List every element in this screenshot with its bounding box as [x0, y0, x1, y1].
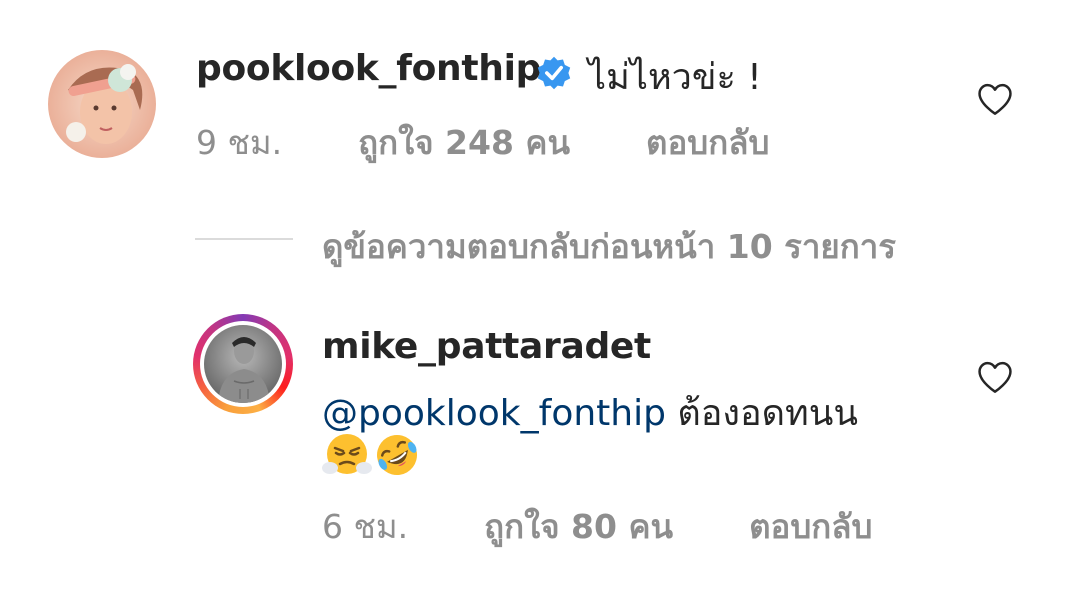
avatar-pooklook-fonthip[interactable] — [48, 50, 156, 158]
likes-count-link[interactable]: ถูกใจ 80 คน — [484, 507, 673, 546]
comment-meta: 9 ชม. ถูกใจ 248 คน ตอบกลับ — [196, 116, 769, 169]
heart-icon[interactable] — [976, 82, 1014, 116]
view-previous-replies-button[interactable]: ดูข้อความตอบกลับก่อนหน้า 10 รายการ — [322, 220, 896, 273]
comment-username[interactable]: pooklook_fonthip — [196, 48, 541, 89]
comment-text: ต้องอดทนน — [677, 393, 858, 434]
comment-meta: 6 ชม. ถูกใจ 80 คน ตอบกลับ — [322, 500, 872, 553]
verified-badge-icon — [537, 56, 571, 90]
comment-text: ไม่ไหวข่ะ ! — [588, 57, 762, 98]
heart-icon[interactable] — [976, 360, 1014, 394]
avatar-photo — [204, 325, 282, 403]
face-with-steam-icon — [322, 434, 372, 474]
reply-button[interactable]: ตอบกลับ — [749, 507, 872, 546]
mention-link[interactable]: @pooklook_fonthip — [322, 393, 666, 434]
comment-time: 6 ชม. — [322, 507, 409, 546]
comment-username[interactable]: mike_pattaradet — [322, 326, 651, 367]
story-ring[interactable] — [193, 314, 293, 414]
likes-count-link[interactable]: ถูกใจ 248 คน — [358, 123, 570, 162]
avatar-mike-pattaradet[interactable] — [204, 325, 282, 403]
avatar-photo — [48, 50, 156, 158]
rolling-on-floor-laughing-icon — [377, 435, 417, 475]
reply-button[interactable]: ตอบกลับ — [646, 123, 769, 162]
comment-time: 9 ชม. — [196, 123, 283, 162]
divider-line — [195, 238, 293, 240]
